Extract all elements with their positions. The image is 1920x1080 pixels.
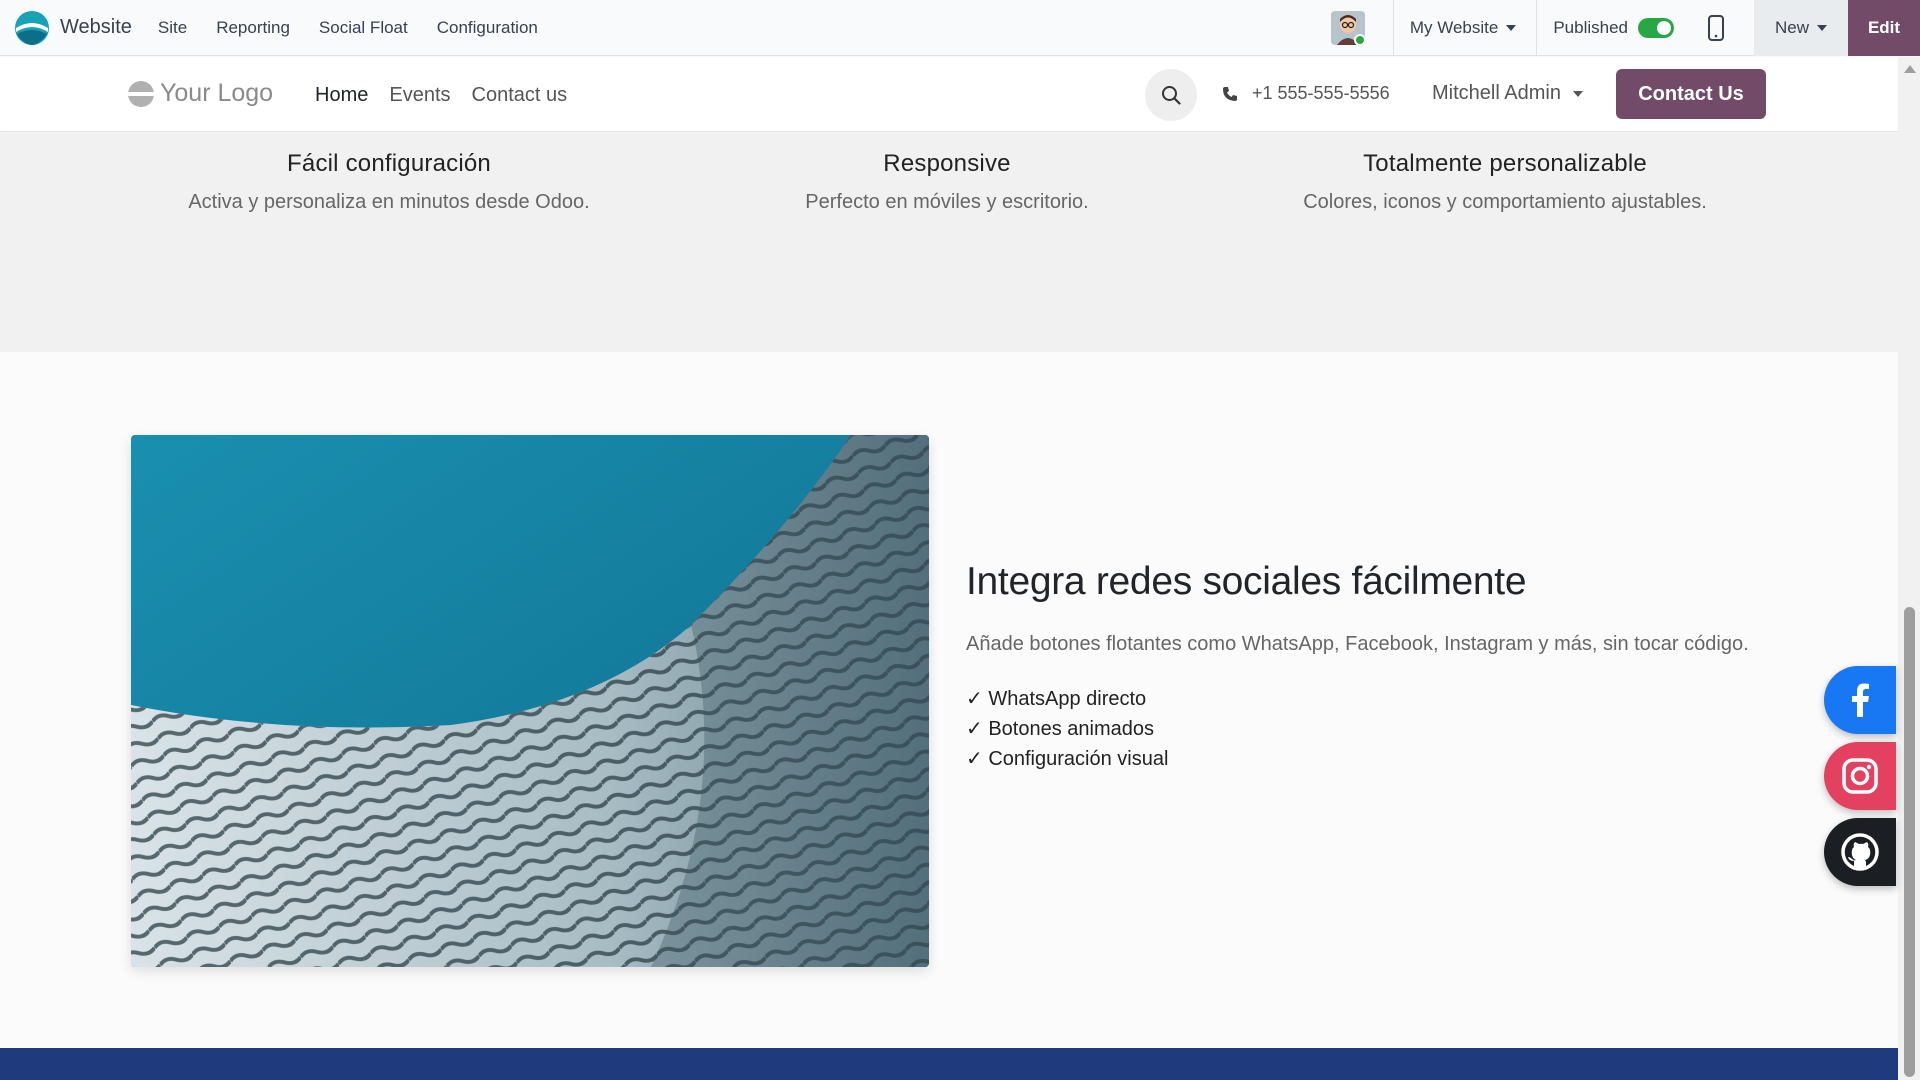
checklist-item: ✓ WhatsApp directo (966, 688, 1147, 710)
feature-text: Activa y personaliza en minutos desde Od… (188, 191, 590, 213)
feature-card: Fácil configuración Activa y personaliza… (109, 150, 669, 214)
menu-reporting[interactable]: Reporting (216, 18, 290, 38)
github-float-button[interactable] (1824, 818, 1896, 886)
section-heading: Integra redes sociales fácilmente (966, 560, 1527, 603)
section-content: Integra redes sociales fácilmente Añade … (966, 560, 1766, 774)
menu-social-float[interactable]: Social Float (319, 18, 408, 38)
contact-us-button[interactable]: Contact Us (1616, 69, 1766, 119)
nav-contact-us[interactable]: Contact us (472, 84, 568, 107)
mobile-preview-button[interactable] (1688, 0, 1744, 56)
phone-number: +1 555-555-5556 (1252, 83, 1390, 103)
features-section: Fácil configuración Activa y personaliza… (0, 133, 1898, 352)
page-scrollbar[interactable] (1898, 57, 1920, 1080)
scroll-up-arrow-icon[interactable] (1904, 65, 1916, 73)
admin-bar: Website Site Reporting Social Float Conf… (0, 0, 1920, 56)
search-icon (1162, 86, 1181, 105)
site-logo[interactable]: Your Logo (128, 79, 273, 108)
checklist-item: ✓ Botones animados (966, 718, 1154, 740)
new-button[interactable]: New (1754, 0, 1848, 56)
edit-button[interactable]: Edit (1848, 0, 1920, 56)
facebook-icon (1852, 683, 1869, 717)
feature-card: Responsive Perfecto en móviles y escrito… (667, 150, 1227, 214)
admin-left: Website Site Reporting Social Float Conf… (0, 0, 567, 55)
nav-home[interactable]: Home (315, 84, 368, 107)
chevron-down-icon (1817, 25, 1827, 31)
feature-card: Totalmente personalizable Colores, icono… (1225, 150, 1785, 214)
app-name[interactable]: Website (60, 16, 132, 39)
new-button-label: New (1774, 18, 1809, 37)
instagram-icon (1842, 758, 1878, 794)
publish-toggle[interactable]: Published (1537, 18, 1688, 38)
user-avatar[interactable] (1330, 11, 1365, 45)
feature-title: Totalmente personalizable (1363, 150, 1647, 177)
instagram-float-button[interactable] (1824, 742, 1896, 810)
menu-site[interactable]: Site (158, 18, 187, 38)
website-app-icon[interactable] (14, 10, 50, 46)
website-selector[interactable]: My Website (1394, 18, 1537, 38)
toggle-switch[interactable] (1638, 18, 1674, 38)
checklist-item: ✓ Configuración visual (966, 748, 1169, 770)
facebook-float-button[interactable] (1824, 666, 1896, 734)
user-name: Mitchell Admin (1432, 82, 1561, 104)
site-header: Your Logo Home Events Contact us +1 555-… (0, 57, 1898, 132)
user-menu[interactable]: Mitchell Admin (1432, 82, 1583, 105)
logo-text: Your Logo (160, 79, 274, 107)
phone-link[interactable]: +1 555-555-5556 (1222, 83, 1390, 104)
nav-events[interactable]: Events (389, 84, 450, 107)
feature-title: Fácil configuración (287, 150, 491, 177)
chevron-down-icon (1506, 25, 1517, 31)
toggle-knob (1657, 21, 1671, 35)
section-image (131, 435, 929, 967)
footer-strip (0, 1048, 1898, 1080)
menu-configuration[interactable]: Configuration (437, 18, 538, 38)
logo-icon (128, 80, 154, 107)
mobile-phone-icon (1708, 15, 1724, 41)
architecture-facade-image (131, 435, 929, 967)
main-nav: Home Events Contact us (315, 84, 567, 107)
chevron-down-icon (1572, 90, 1583, 97)
scrollbar-thumb[interactable] (1904, 607, 1915, 1077)
search-button[interactable] (1145, 69, 1197, 121)
published-label: Published (1553, 18, 1628, 37)
feature-title: Responsive (883, 150, 1011, 177)
github-icon (1841, 833, 1879, 871)
feature-text: Colores, iconos y comportamiento ajustab… (1303, 191, 1707, 213)
online-status-dot (1353, 34, 1365, 45)
admin-right: My Website Published New Edit (1330, 0, 1920, 56)
feature-checklist: ✓ WhatsApp directo ✓ Botones animados ✓ … (966, 684, 1766, 774)
website-selector-label: My Website (1409, 18, 1499, 37)
phone-icon (1223, 86, 1237, 101)
feature-text: Perfecto en móviles y escritorio. (805, 191, 1089, 213)
section-description: Añade botones flotantes como WhatsApp, F… (966, 633, 1749, 655)
